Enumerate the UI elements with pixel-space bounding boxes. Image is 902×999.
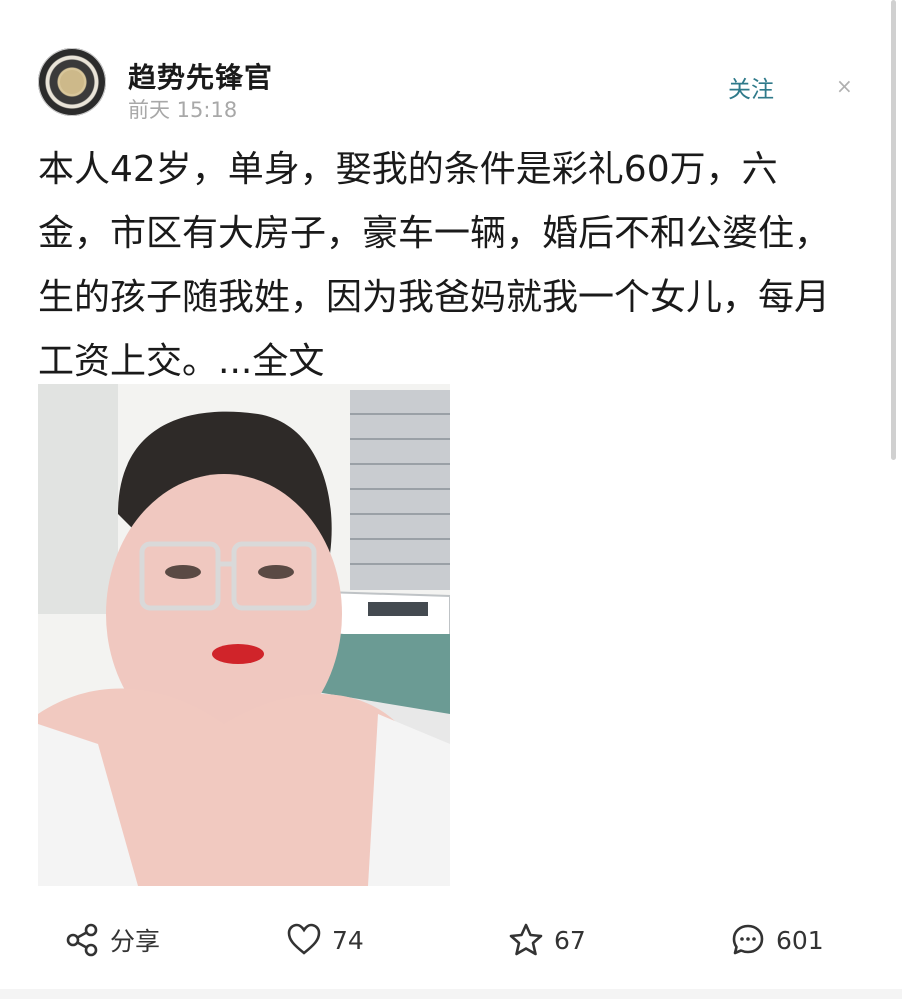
- comment-icon: [732, 924, 764, 955]
- comment-count: 601: [776, 925, 824, 955]
- star-icon: [509, 923, 543, 956]
- post-timestamp: 前天 15:18: [128, 98, 238, 122]
- action-bar: 分享 74 67 601: [0, 912, 902, 968]
- heart-icon: [287, 923, 321, 955]
- post-photo: [38, 384, 450, 886]
- favorite-count: 67: [554, 925, 586, 955]
- avatar[interactable]: [38, 48, 106, 116]
- comment-button[interactable]: 601: [730, 912, 824, 968]
- like-button[interactable]: 74: [286, 912, 364, 968]
- close-icon[interactable]: ×: [836, 74, 853, 98]
- post-header: 趋势先锋官 前天 15:18 关注 ×: [38, 48, 862, 128]
- full-text-link[interactable]: ...全文: [218, 341, 324, 382]
- bottom-divider: [0, 989, 902, 999]
- like-count: 74: [332, 925, 364, 955]
- post-image[interactable]: [38, 384, 450, 886]
- username[interactable]: 趋势先锋官: [128, 56, 273, 96]
- post-body: 本人42岁，单身，娶我的条件是彩礼60万，六金，市区有大房子，豪车一辆，婚后不和…: [38, 149, 831, 382]
- favorite-button[interactable]: 67: [508, 912, 586, 968]
- post-text: 本人42岁，单身，娶我的条件是彩礼60万，六金，市区有大房子，豪车一辆，婚后不和…: [38, 138, 838, 394]
- follow-button[interactable]: 关注: [728, 70, 774, 104]
- avatar-emblem: [60, 70, 84, 94]
- share-icon: [66, 923, 98, 957]
- share-label: 分享: [110, 927, 161, 956]
- share-button[interactable]: 分享: [64, 912, 160, 968]
- scrollbar[interactable]: [891, 0, 896, 460]
